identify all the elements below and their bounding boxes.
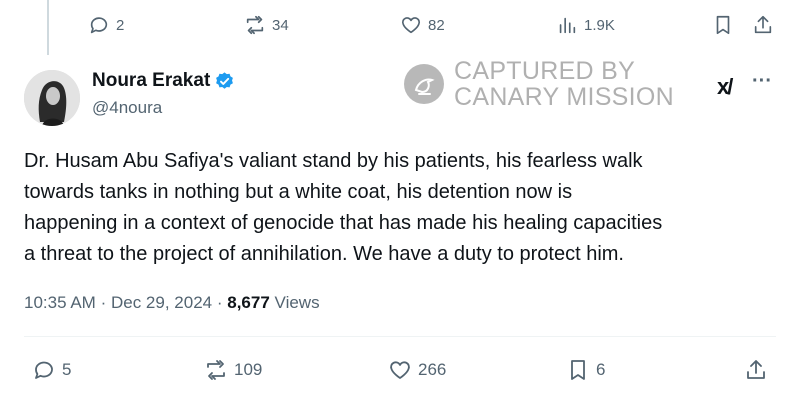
prev-views-button[interactable]: 1.9K bbox=[556, 14, 615, 36]
reply-count: 5 bbox=[62, 360, 72, 379]
tweet-meta: 10:35 AM · Dec 29, 2024 · 8,677 Views bbox=[24, 293, 320, 313]
repost-icon bbox=[207, 360, 225, 380]
prev-reply-button[interactable]: 2 bbox=[88, 14, 124, 36]
bookmark-icon bbox=[716, 15, 730, 35]
share-icon bbox=[754, 15, 772, 34]
like-button[interactable]: 266 bbox=[388, 358, 446, 382]
tweet-text-line: towards tanks in nothing but a white coa… bbox=[24, 181, 573, 203]
reply-button[interactable]: 5 bbox=[32, 358, 71, 382]
views-icon bbox=[559, 17, 576, 34]
profile-photo bbox=[24, 70, 80, 126]
author-handle[interactable]: @4noura bbox=[92, 98, 162, 118]
heart-icon bbox=[401, 17, 421, 34]
tweet-text: Dr. Husam Abu Safiya's valiant stand by … bbox=[24, 146, 784, 270]
grok-icon[interactable]: x/ bbox=[717, 74, 733, 100]
tweet-action-bar: 5 109 266 6 bbox=[0, 358, 800, 384]
tweet-text-line: a threat to the project of annihilation.… bbox=[24, 243, 624, 265]
verified-badge-icon[interactable] bbox=[214, 71, 235, 92]
watermark-text: CAPTURED BY CANARY MISSION bbox=[454, 58, 674, 110]
watermark-line-2: CANARY MISSION bbox=[454, 83, 674, 111]
reply-icon bbox=[35, 361, 53, 379]
bookmark-icon bbox=[571, 360, 585, 380]
previous-tweet-action-bar: 2 34 82 1.9K bbox=[0, 14, 800, 40]
repost-button[interactable]: 109 bbox=[204, 358, 262, 382]
repost-icon bbox=[246, 15, 264, 35]
bookmark-count: 6 bbox=[596, 360, 606, 379]
meta-separator: · bbox=[216, 293, 223, 312]
avatar[interactable] bbox=[24, 70, 80, 126]
prev-bookmark-button[interactable] bbox=[712, 14, 734, 36]
share-button[interactable] bbox=[744, 358, 768, 382]
prev-views-count: 1.9K bbox=[584, 16, 615, 34]
prev-repost-button[interactable]: 34 bbox=[244, 14, 289, 36]
author-name-row[interactable]: Noura Erakat bbox=[92, 70, 235, 92]
heart-icon bbox=[390, 361, 410, 379]
repost-count: 109 bbox=[234, 360, 263, 379]
share-icon bbox=[747, 360, 765, 379]
prev-like-button[interactable]: 82 bbox=[400, 14, 445, 36]
watermark-line-1: CAPTURED BY bbox=[454, 57, 636, 85]
prev-reply-count: 2 bbox=[116, 16, 125, 34]
like-count: 266 bbox=[418, 360, 447, 379]
prev-share-button[interactable] bbox=[752, 14, 774, 36]
watermark: CAPTURED BY CANARY MISSION bbox=[404, 58, 674, 110]
tweet-text-line: Dr. Husam Abu Safiya's valiant stand by … bbox=[24, 150, 643, 172]
tweet-text-line: happening in a context of genocide that … bbox=[24, 212, 663, 234]
divider bbox=[24, 336, 776, 337]
views-count: 8,677 bbox=[227, 293, 270, 312]
views-label: Views bbox=[274, 293, 320, 312]
more-icon[interactable]: ··· bbox=[752, 70, 772, 93]
bookmark-button[interactable]: 6 bbox=[566, 358, 605, 382]
prev-repost-count: 34 bbox=[272, 16, 289, 34]
prev-like-count: 82 bbox=[428, 16, 445, 34]
tweet-date[interactable]: Dec 29, 2024 bbox=[111, 293, 212, 312]
reply-icon bbox=[90, 17, 108, 34]
author-display-name[interactable]: Noura Erakat bbox=[92, 70, 210, 92]
meta-separator: · bbox=[100, 293, 107, 312]
tweet-time[interactable]: 10:35 AM bbox=[24, 293, 96, 312]
canary-logo-icon bbox=[404, 64, 444, 104]
